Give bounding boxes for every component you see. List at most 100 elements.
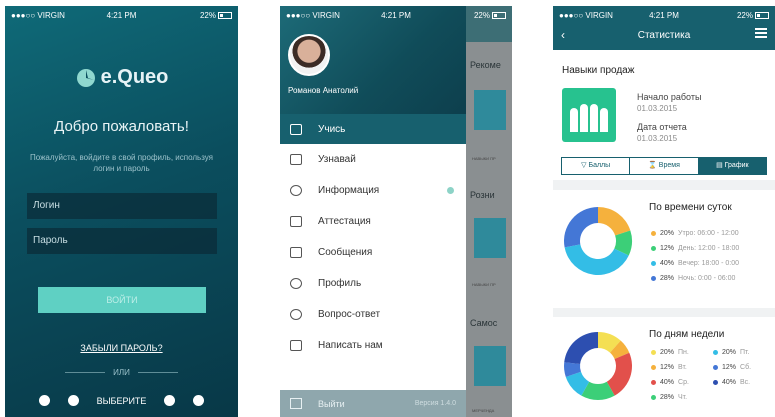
battery-icon [755,11,769,19]
tab-time[interactable]: ⌛ Время [630,158,699,174]
legend-dot [651,276,656,281]
viber-icon[interactable] [164,395,176,406]
menu-item-learn[interactable]: Учись [280,114,466,144]
donut-slice [564,207,598,248]
legend-percent: 12% [660,245,675,252]
profile-icon [290,277,302,289]
team-icon [562,88,616,142]
or-divider: ИЛИ [65,368,178,377]
legend-percent: 40% [660,260,675,267]
graduation-cap-icon [290,123,302,135]
stats-header: ●●●○○ VIRGIN 4:21 PM 22% ‹ Статистика [553,6,775,50]
mail-icon [290,339,302,351]
avatar[interactable] [288,34,330,76]
legend-label: Утро: 06:00 - 12:00 [678,230,739,237]
legend-dot [651,365,656,370]
grid-icon [290,215,302,227]
whatsapp-icon[interactable] [39,395,50,406]
legend-label: Вечер: 18:00 - 0:00 [678,260,740,267]
welcome-title: Добро пожаловать! [54,118,189,135]
status-time: 4:21 PM [106,10,137,20]
legend-label: Вт. [678,364,687,371]
legend-percent: 40% [722,379,737,386]
forgot-password-link[interactable]: ЗАБЫЛИ ПАРОЛЬ? [5,343,238,353]
menu-item-label: Написать нам [318,339,383,351]
background-section-title: Рекоме [470,60,501,70]
menu-item-label: Узнавай [318,153,356,165]
notification-dot [447,186,454,194]
menu-item-contact[interactable]: Написать нам [280,330,466,360]
menu-screen: Рекоме НАВЫКИ ПР Розни НАВЫКИ ПР Самос М… [280,6,512,417]
legend-dot [651,350,656,355]
menu-item-discover[interactable]: Узнавай [280,144,466,174]
legend-percent: 28% [660,275,675,282]
legend-item: 12% День: 12:00 - 18:00 [651,245,739,252]
menu-item-profile[interactable]: Профиль [280,268,466,298]
menu-item-messages[interactable]: Сообщения [280,237,466,267]
legend-percent: 20% [722,349,737,356]
password-field[interactable]: Пароль [27,228,217,254]
menu-item-label: Профиль [318,277,362,289]
question-icon [290,308,302,320]
legend-percent: 12% [722,364,737,371]
legend-dot [651,246,656,251]
menu-item-label: Аттестация [318,215,371,227]
legend-label: Пт. [740,349,750,356]
legend-percent: 40% [660,379,675,386]
time-of-day-card: По времени суток 20% Утро: 06:00 - 12:00 1… [553,190,775,308]
message-icon [290,246,302,258]
day-of-week-card: По дням недели 20% Пн. 12% Вт. 40% Ср. 28% Чт. 2… [553,317,775,417]
background-section-title: Самос [470,318,498,328]
legend-dot [651,261,656,266]
tab-chart[interactable]: ▤ График [698,158,766,174]
video-icon [290,153,302,165]
background-course-tile [474,218,506,258]
legend-label: День: 12:00 - 18:00 [678,245,740,252]
divider-line [137,372,178,373]
login-instructions: Пожалуйста, войдите в свой профиль, испо… [29,153,214,173]
menu-item-attestation[interactable]: Аттестация [280,206,466,236]
legend-item: 40% Вечер: 18:00 - 0:00 [651,260,739,267]
telegram-icon[interactable] [192,395,204,406]
status-time: 4:21 PM [381,10,411,20]
chat-icon[interactable] [67,395,79,406]
start-label: Начало работы [637,92,702,102]
legend-dot [713,365,718,370]
tab-label: Баллы [588,162,611,169]
legend-item: 28% Ночь: 0:00 - 06:00 [651,275,735,282]
choose-label[interactable]: ВЫБЕРИТЕ [97,396,147,406]
or-label: ИЛИ [113,368,130,377]
person-figure [580,104,588,132]
user-name: Романов Анатолий [288,86,359,95]
social-login-row: ВЫБЕРИТЕ [39,395,204,406]
list-menu-icon[interactable] [755,28,767,38]
battery-icon [492,11,506,19]
time-of-day-title: По времени суток [649,202,732,213]
login-field[interactable]: Логин [27,193,217,219]
background-tile-caption: НАВЫКИ ПР [472,282,496,287]
legend-label: Чт. [678,394,688,401]
logout-bar[interactable]: Выйти Версия 1.4.0 [280,390,466,417]
battery-icon [218,11,232,19]
time-of-day-donut [564,207,632,275]
stats-tabs: ▽ Баллы ⌛ Время ▤ График [561,157,767,175]
background-tile-caption: МЕРЧЕНДА [472,408,495,413]
logo-mark-icon [76,68,95,87]
background-content: Рекоме НАВЫКИ ПР Розни НАВЫКИ ПР Самос М… [466,6,512,417]
legend-item: 20% Пн. [651,349,689,356]
tab-points[interactable]: ▽ Баллы [562,158,631,174]
status-bar: ●●●○○ VIRGIN 4:21 PM 22% [553,6,775,24]
menu-item-faq[interactable]: Вопрос-ответ [280,299,466,329]
legend-dot [713,350,718,355]
skill-title: Навыки продаж [562,65,635,76]
legend-item: 40% Ср. [651,379,689,386]
legend-percent: 20% [660,349,675,356]
login-button[interactable]: ВОЙТИ [38,287,206,313]
menu-item-information[interactable]: Информация [280,175,466,205]
status-bar: ●●●○○ VIRGIN 4:21 PM 22% [5,6,238,24]
donut-slice [598,207,631,236]
legend-dot [651,231,656,236]
page-title: Статистика [637,30,691,41]
legend-item: 20% Утро: 06:00 - 12:00 [651,230,739,237]
report-label: Дата отчета [637,122,687,132]
